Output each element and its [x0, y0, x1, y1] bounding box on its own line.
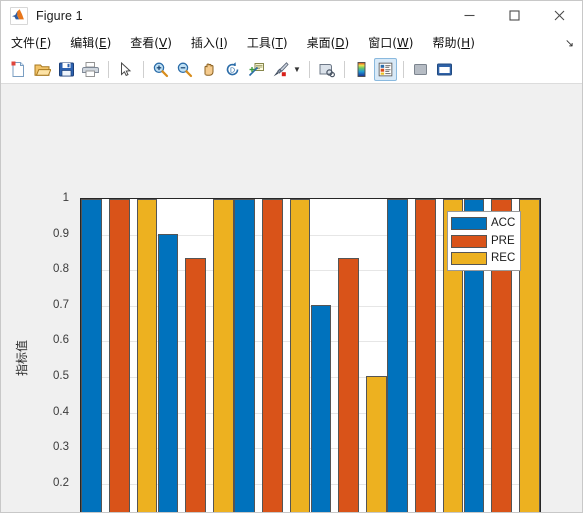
menu-help-key: H	[461, 36, 471, 50]
menu-file-text: 文件	[11, 36, 36, 50]
data-cursor-icon[interactable]	[245, 58, 268, 81]
window-title: Figure 1	[36, 8, 83, 23]
rotate-3d-icon[interactable]: D	[221, 58, 244, 81]
svg-text:D: D	[230, 67, 235, 74]
legend-swatch-acc	[451, 217, 487, 230]
bar-rec-knn	[213, 199, 234, 512]
window-controls	[447, 1, 582, 30]
menu-item-desktop[interactable]: 桌面(D)	[307, 34, 350, 51]
menu-file-key: F	[39, 36, 47, 50]
y-tick-label-07: 0.7	[53, 298, 69, 311]
bar-acc-perceptron	[81, 199, 102, 512]
show-plot-tools-icon[interactable]	[433, 58, 456, 81]
bar-rec-logistic	[289, 199, 311, 512]
y-tick-label-03: 0.3	[53, 441, 69, 454]
colorbar-icon[interactable]	[350, 58, 373, 81]
chart-legend[interactable]: ACC PRE REC	[447, 211, 521, 271]
maximize-button[interactable]	[492, 1, 537, 30]
y-tick-label-05: 0.5	[53, 370, 69, 382]
legend-swatch-pre	[451, 234, 487, 248]
zoom-in-icon[interactable]	[149, 58, 172, 81]
menu-insert-key: I	[219, 36, 224, 50]
menu-help-text: 帮助	[432, 36, 457, 50]
bar-pre-tree	[414, 199, 436, 512]
toolbar-separator-4	[343, 60, 345, 78]
bar-pre-logistic	[261, 199, 283, 512]
legend-icon[interactable]	[373, 57, 397, 81]
menu-item-edit[interactable]: 编辑(E)	[70, 34, 111, 51]
figure-toolbar: D ▼	[1, 55, 582, 84]
y-tick-label-06: 0.6	[53, 334, 69, 347]
menu-desktop-key: D	[335, 36, 345, 50]
bar-acc-knn	[157, 234, 179, 512]
menu-item-view[interactable]: 查看(V)	[130, 34, 172, 51]
matlab-app-icon	[10, 6, 28, 25]
matlab-figure-window: Figure 1 文件(F) 编辑(E) 查看(V) 插入(I) 工具(T) 桌…	[0, 0, 583, 513]
plot-area: ACC PRE REC	[80, 198, 541, 512]
close-button[interactable]	[537, 1, 582, 30]
menu-item-help[interactable]: 帮助(H)	[432, 34, 474, 51]
toolbar-separator-5	[402, 60, 404, 78]
open-file-icon[interactable]	[31, 58, 54, 81]
y-tick-label-1: 1	[62, 192, 69, 204]
hide-plot-tools-icon[interactable]	[409, 58, 432, 81]
menu-item-insert[interactable]: 插入(I)	[191, 34, 228, 51]
toolbar-separator-3	[308, 60, 310, 78]
bar-acc-logistic	[234, 199, 255, 512]
legend-entry-rec: REC	[451, 251, 517, 266]
y-axis-title: 指标值	[15, 339, 29, 376]
menu-edit-text: 编辑	[70, 36, 95, 50]
menu-insert-text: 插入	[190, 36, 215, 50]
legend-entry-acc: ACC	[451, 216, 517, 231]
bar-pre-perceptron	[108, 199, 130, 512]
y-tick-label-09: 0.9	[53, 227, 69, 240]
legend-label-acc: ACC	[491, 217, 516, 229]
menu-bar: 文件(F) 编辑(E) 查看(V) 插入(I) 工具(T) 桌面(D) 窗口(W…	[1, 30, 582, 55]
print-figure-icon[interactable]	[79, 58, 102, 81]
y-tick-label-04: 0.4	[53, 405, 69, 418]
menu-window-text: 窗口	[368, 36, 393, 50]
bar-pre-knn	[185, 258, 207, 512]
menu-overflow-arrow[interactable]: ↘	[565, 36, 574, 49]
toolbar-separator	[108, 60, 109, 78]
menu-item-file[interactable]: 文件(F)	[11, 34, 51, 51]
legend-entry-pre: PRE	[451, 234, 517, 249]
menu-window-key: W	[396, 36, 409, 50]
bar-rec-entropy	[366, 376, 387, 512]
pan-icon[interactable]	[197, 58, 220, 81]
legend-label-rec: REC	[491, 252, 516, 264]
menu-tools-text: 工具	[246, 36, 271, 50]
toolbar-separator-2	[143, 60, 144, 78]
menu-item-tools[interactable]: 工具(T)	[247, 34, 288, 51]
bar-acc-entropy	[310, 305, 332, 512]
legend-swatch-rec	[451, 252, 487, 265]
pointer-icon[interactable]	[114, 58, 137, 81]
legend-label-pre: PRE	[491, 234, 515, 247]
menu-desktop-text: 桌面	[306, 36, 331, 50]
bar-acc-tree	[387, 199, 408, 512]
menu-tools-key: T	[275, 36, 283, 50]
menu-edit-key: E	[99, 36, 107, 50]
menu-item-window[interactable]: 窗口(W)	[368, 34, 413, 51]
figure-canvas: 1 0.9 0.8 0.7 0.6 0.5 0.4 0.3 0.2 0.1 0 …	[1, 84, 582, 512]
bar-pre-entropy	[338, 258, 360, 512]
menu-view-key: V	[158, 36, 168, 50]
menu-view-text: 查看	[130, 36, 155, 50]
title-bar: Figure 1	[1, 1, 582, 30]
minimize-button[interactable]	[447, 1, 492, 30]
bar-rec-perceptron	[136, 199, 158, 512]
link-plot-icon[interactable]	[315, 58, 338, 81]
y-tick-label-02: 0.2	[53, 476, 69, 489]
brush-dropdown-caret-icon[interactable]: ▼	[293, 65, 301, 74]
save-figure-icon[interactable]	[55, 58, 78, 81]
zoom-out-icon[interactable]	[173, 58, 196, 81]
brush-icon[interactable]	[269, 58, 292, 81]
new-figure-icon[interactable]	[7, 58, 30, 81]
y-tick-label-08: 0.8	[53, 263, 69, 276]
bar-rec-extra	[519, 199, 540, 512]
